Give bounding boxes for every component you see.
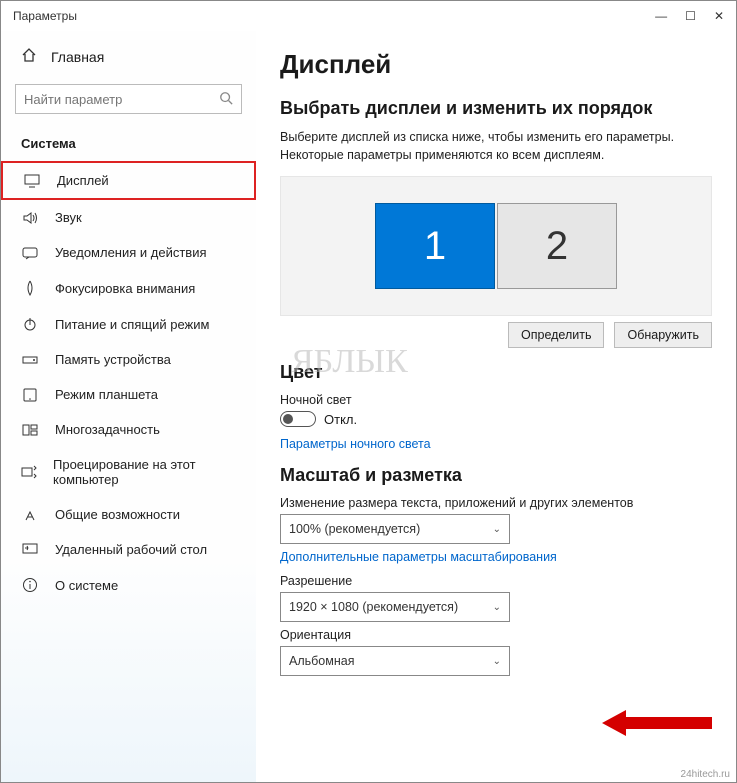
toggle-switch[interactable] [280, 411, 316, 427]
power-icon [21, 316, 39, 332]
close-button[interactable]: ✕ [714, 9, 724, 23]
sidebar-item-display[interactable]: Дисплей [1, 161, 256, 200]
notifications-icon [21, 246, 39, 260]
resolution-value: 1920 × 1080 (рекомендуется) [289, 600, 458, 614]
tablet-icon [21, 388, 39, 402]
sidebar-item-multitask[interactable]: Многозадачность [1, 412, 256, 447]
sidebar-item-label: О системе [55, 578, 118, 593]
projecting-icon [21, 465, 37, 479]
sidebar-item-remote[interactable]: Удаленный рабочий стол [1, 532, 256, 567]
nightlight-label: Ночной свет [280, 393, 712, 407]
credit-label: 24hitech.ru [681, 769, 730, 780]
body: Главная Система Дисплей Звук Уведомления… [1, 31, 736, 782]
scale-dropdown[interactable]: 100% (рекомендуется) ⌄ [280, 514, 510, 544]
sidebar-item-label: Фокусировка внимания [55, 281, 195, 296]
about-icon [21, 577, 39, 593]
window-title: Параметры [13, 9, 655, 23]
sidebar-item-notifications[interactable]: Уведомления и действия [1, 235, 256, 270]
sidebar-item-label: Питание и спящий режим [55, 317, 209, 332]
color-heading: Цвет [280, 362, 712, 383]
arrange-buttons: Определить Обнаружить [280, 322, 712, 348]
orientation-dropdown[interactable]: Альбомная ⌄ [280, 646, 510, 676]
arrange-heading: Выбрать дисплеи и изменить их порядок [280, 98, 712, 119]
display-arrangement[interactable]: 1 2 [280, 176, 712, 316]
multitask-icon [21, 423, 39, 437]
sidebar-item-label: Память устройства [55, 352, 171, 367]
sidebar-item-label: Многозадачность [55, 422, 160, 437]
arrange-text: Выберите дисплей из списка ниже, чтобы и… [280, 129, 712, 164]
monitor-1[interactable]: 1 [375, 203, 495, 289]
identify-button[interactable]: Обнаружить [614, 322, 712, 348]
sound-icon [21, 211, 39, 225]
sidebar-item-label: Режим планшета [55, 387, 158, 402]
sidebar-item-label: Общие возможности [55, 507, 180, 522]
sidebar-item-label: Проецирование на этот компьютер [53, 457, 236, 487]
chevron-down-icon: ⌄ [493, 656, 501, 667]
sidebar-item-tablet[interactable]: Режим планшета [1, 377, 256, 412]
home-button[interactable]: Главная [1, 37, 256, 76]
settings-window: Параметры — ☐ ✕ Главная Система [0, 0, 737, 783]
search-input[interactable] [24, 92, 219, 107]
detect-button[interactable]: Определить [508, 322, 604, 348]
resolution-dropdown[interactable]: 1920 × 1080 (рекомендуется) ⌄ [280, 592, 510, 622]
focus-icon [21, 280, 39, 296]
nightlight-settings-link[interactable]: Параметры ночного света [280, 437, 712, 451]
titlebar: Параметры — ☐ ✕ [1, 1, 736, 31]
storage-icon [21, 353, 39, 367]
resolution-label: Разрешение [280, 574, 712, 588]
sidebar-item-label: Дисплей [57, 173, 109, 188]
content-area: Дисплей Выбрать дисплеи и изменить их по… [256, 31, 736, 782]
sidebar: Главная Система Дисплей Звук Уведомления… [1, 31, 256, 782]
home-label: Главная [51, 49, 104, 65]
sidebar-item-focus[interactable]: Фокусировка внимания [1, 270, 256, 306]
search-icon [219, 91, 233, 108]
nightlight-toggle[interactable]: Откл. [280, 411, 712, 427]
search-box[interactable] [15, 84, 242, 114]
orientation-value: Альбомная [289, 654, 354, 668]
remote-icon [21, 543, 39, 557]
sidebar-item-sound[interactable]: Звук [1, 200, 256, 235]
orientation-label: Ориентация [280, 628, 712, 642]
sidebar-item-about[interactable]: О системе [1, 567, 256, 603]
advanced-scale-link[interactable]: Дополнительные параметры масштабирования [280, 550, 712, 564]
minimize-button[interactable]: — [655, 9, 667, 23]
sidebar-item-power[interactable]: Питание и спящий режим [1, 306, 256, 342]
window-controls: — ☐ ✕ [655, 9, 724, 23]
annotation-arrow [602, 706, 712, 740]
sidebar-item-storage[interactable]: Память устройства [1, 342, 256, 377]
sidebar-item-label: Удаленный рабочий стол [55, 542, 207, 557]
sidebar-item-shared[interactable]: Общие возможности [1, 497, 256, 532]
toggle-state: Откл. [324, 412, 357, 427]
shared-icon [21, 508, 39, 522]
page-title: Дисплей [280, 49, 712, 80]
scale-heading: Масштаб и разметка [280, 465, 712, 486]
sidebar-item-label: Звук [55, 210, 82, 225]
scale-value: 100% (рекомендуется) [289, 522, 420, 536]
display-icon [23, 174, 41, 188]
scale-label: Изменение размера текста, приложений и д… [280, 496, 712, 510]
section-title: Система [1, 128, 256, 161]
sidebar-item-projecting[interactable]: Проецирование на этот компьютер [1, 447, 256, 497]
chevron-down-icon: ⌄ [493, 602, 501, 613]
home-icon [21, 47, 37, 66]
monitor-2[interactable]: 2 [497, 203, 617, 289]
maximize-button[interactable]: ☐ [685, 9, 696, 23]
chevron-down-icon: ⌄ [493, 524, 501, 535]
sidebar-item-label: Уведомления и действия [55, 245, 207, 260]
